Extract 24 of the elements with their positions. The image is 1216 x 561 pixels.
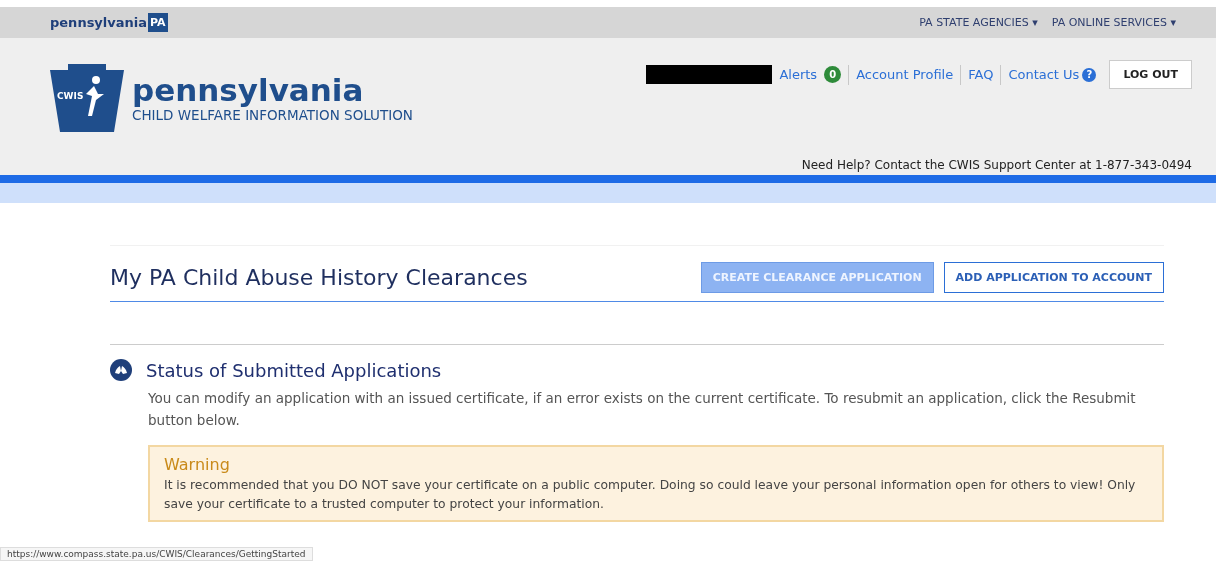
status-url: https://www.compass.state.pa.us/CWIS/Clearances/GettingStarted bbox=[0, 547, 313, 561]
header-link[interactable]: Contact Us bbox=[1008, 67, 1080, 82]
keystone-logo-icon bbox=[50, 64, 124, 132]
warning-title: Warning bbox=[164, 455, 230, 474]
brand-badge: PA bbox=[148, 13, 168, 32]
alert-count-badge: 0 bbox=[824, 66, 842, 83]
menu-button[interactable]: PA STATE AGENCIES ▾ bbox=[919, 16, 1038, 29]
warning-text: It is recommended that you DO NOT save your certificate on a public computer. Doing so could leave your personal information open for others to view! Only save your certificate to a trusted computer to protect your information. bbox=[164, 477, 1137, 513]
logout-button[interactable]: LOG OUT bbox=[1109, 60, 1192, 89]
support-text: Need Help? Contact the CWIS Support Center at 1-877-343-0494 bbox=[801, 158, 1192, 172]
section-heading: Status of Submitted Applications bbox=[146, 359, 442, 381]
header-link[interactable]: FAQ bbox=[968, 67, 994, 82]
section-text: You can modify an application with an issued certificate, if an error exists on the current certificate. To resubmit an application, click the Resubmit button below. bbox=[148, 389, 1137, 430]
action-button[interactable]: ADD APPLICATION TO ACCOUNT bbox=[943, 262, 1164, 293]
menu-button[interactable]: PA ONLINE SERVICES ▾ bbox=[1051, 16, 1176, 29]
header-link[interactable]: Account Profile bbox=[856, 67, 954, 82]
page-title: My PA Child Abuse History Clearances bbox=[110, 265, 528, 290]
brand-name[interactable]: pennsylvania bbox=[50, 15, 148, 30]
hands-icon bbox=[110, 359, 132, 381]
help-icon: ? bbox=[1082, 67, 1097, 82]
site-subtitle: CHILD WELFARE INFORMATION SOLUTION bbox=[132, 107, 413, 123]
site-title: pennsylvania bbox=[132, 73, 365, 107]
header-link[interactable]: Alerts bbox=[779, 67, 818, 82]
logo-label: CWIS bbox=[57, 91, 84, 101]
